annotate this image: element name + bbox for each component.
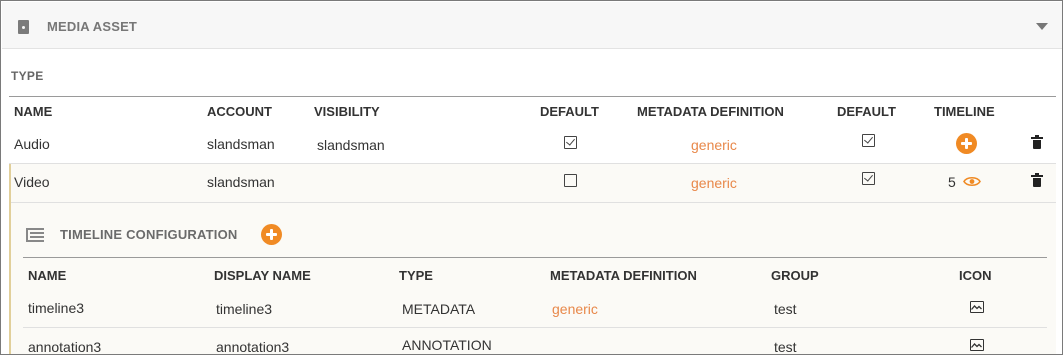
trash-icon[interactable]	[1031, 173, 1043, 187]
row-audio-visibility: slandsman	[317, 137, 385, 153]
column-header-visibility: VISIBILITY	[314, 104, 380, 119]
media-asset-panel: MEDIA ASSET TYPE NAME ACCOUNT VISIBILITY…	[0, 0, 1063, 355]
row-audio-account: slandsman	[207, 136, 275, 152]
tl-row-type: METADATA	[402, 301, 476, 317]
row-audio-name[interactable]: Audio	[14, 136, 50, 152]
trash-icon[interactable]	[1031, 135, 1043, 149]
row-divider	[23, 327, 1047, 328]
tl-row-type: ANNOTATION	[402, 337, 492, 353]
timeline-list-icon	[26, 227, 44, 242]
chevron-down-icon[interactable]	[1036, 23, 1048, 30]
row-video-name[interactable]: Video	[14, 174, 50, 190]
panel-title: MEDIA ASSET	[47, 19, 138, 34]
row-divider	[11, 202, 1056, 203]
divider	[9, 96, 1056, 97]
add-timeline-icon[interactable]	[956, 133, 977, 154]
section-label-type: TYPE	[11, 69, 44, 83]
tl-column-header-name: NAME	[28, 268, 67, 283]
divider	[23, 257, 1047, 258]
row-video-metadata-link[interactable]: generic	[691, 175, 737, 191]
tl-row-name[interactable]: annotation3	[28, 339, 101, 354]
tl-column-header-display-name: DISPLAY NAME	[214, 268, 311, 283]
column-header-default-2: DEFAULT	[837, 104, 896, 119]
eye-icon[interactable]	[963, 176, 981, 187]
row-video-timeline-count: 5	[948, 174, 956, 190]
column-header-timeline: TIMELINE	[934, 104, 995, 119]
image-icon	[970, 301, 984, 313]
column-header-default: DEFAULT	[540, 104, 599, 119]
tl-column-header-group: GROUP	[771, 268, 819, 283]
media-asset-icon	[18, 20, 29, 34]
row-audio-metadata-link[interactable]: generic	[691, 137, 737, 153]
column-header-metadata-definition: METADATA DEFINITION	[637, 104, 784, 119]
column-header-account: ACCOUNT	[207, 104, 272, 119]
tl-row-display-name: timeline3	[216, 301, 273, 317]
timeline-configuration-title: TIMELINE CONFIGURATION	[60, 227, 238, 242]
tl-row-display-name: annotation3	[216, 339, 290, 355]
row-audio-default2-checkbox[interactable]	[862, 134, 875, 147]
tl-row-metadata-link[interactable]: generic	[552, 301, 598, 317]
tl-row-group: test	[774, 339, 797, 355]
tl-row-group: test	[774, 301, 797, 317]
image-icon	[970, 339, 984, 351]
add-timeline-configuration-icon[interactable]	[261, 224, 282, 245]
row-video-account: slandsman	[207, 174, 275, 190]
row-video-default2-checkbox[interactable]	[862, 172, 875, 185]
tl-column-header-metadata-definition: METADATA DEFINITION	[550, 268, 697, 283]
row-video-default-checkbox[interactable]	[564, 174, 577, 187]
tl-column-header-type: TYPE	[399, 268, 433, 283]
panel-header[interactable]: MEDIA ASSET	[2, 2, 1062, 49]
tl-row-name[interactable]: timeline3	[28, 300, 84, 316]
row-audio-default-checkbox[interactable]	[564, 136, 577, 149]
column-header-name: NAME	[14, 104, 53, 119]
tl-column-header-icon: ICON	[959, 268, 992, 283]
